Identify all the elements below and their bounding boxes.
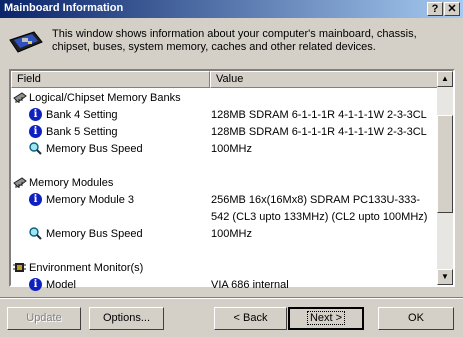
column-header-field[interactable]: Field: [11, 71, 210, 88]
update-button[interactable]: Update: [7, 307, 81, 330]
options-button[interactable]: Options...: [89, 307, 164, 330]
memory-chip-icon: [13, 176, 27, 189]
description-text: This window shows information about your…: [52, 28, 417, 53]
group-label[interactable]: Memory Modules: [29, 175, 113, 191]
next-button[interactable]: Next >: [288, 307, 364, 330]
info-icon: i: [29, 278, 42, 291]
back-button[interactable]: < Back: [214, 307, 287, 330]
help-button[interactable]: ?: [427, 2, 443, 16]
field-value: 128MB SDRAM 6-1-1-1R 4-1-1-1W 2-3-3CL: [211, 126, 427, 138]
scroll-thumb[interactable]: [437, 115, 453, 213]
window-title: Mainboard Information: [4, 2, 124, 14]
column-header-value[interactable]: Value: [210, 71, 439, 88]
ok-button[interactable]: OK: [378, 307, 454, 330]
field-label[interactable]: Bank 4 Setting: [46, 107, 118, 123]
next-button-label: Next >: [306, 311, 346, 325]
memory-chip-icon: [13, 91, 27, 104]
mainboard-icon: [9, 31, 43, 53]
close-button[interactable]: ✕: [444, 2, 460, 16]
group-label[interactable]: Logical/Chipset Memory Banks: [29, 90, 181, 106]
magnifier-icon: [29, 142, 42, 155]
chip-icon: [13, 261, 26, 274]
title-bar[interactable]: Mainboard Information ? ✕: [0, 0, 463, 18]
field-value: 256MB 16x(16Mx8) SDRAM PC133U-333-: [211, 194, 421, 206]
info-icon: i: [29, 193, 42, 206]
scroll-down-button[interactable]: ▼: [437, 269, 453, 285]
field-label[interactable]: Memory Module 3: [46, 192, 134, 208]
field-value-continued: 542 (CL3 upto 133MHz) (CL2 upto 100MHz): [211, 211, 428, 223]
separator-line: [0, 297, 463, 299]
vertical-scrollbar[interactable]: ▲ ▼: [437, 71, 453, 285]
field-label[interactable]: Bank 5 Setting: [46, 124, 118, 140]
field-value: VIA 686 internal: [211, 279, 289, 291]
field-value: 100MHz: [211, 228, 252, 240]
info-icon: i: [29, 108, 42, 121]
scroll-up-button[interactable]: ▲: [437, 71, 453, 87]
field-label[interactable]: Model: [46, 277, 76, 293]
field-value: 128MB SDRAM 6-1-1-1R 4-1-1-1W 2-3-3CL: [211, 109, 427, 121]
field-value: 100MHz: [211, 143, 252, 155]
magnifier-icon: [29, 227, 42, 240]
group-label[interactable]: Environment Monitor(s): [29, 260, 143, 276]
info-list-view[interactable]: Field Value Logical/Chipset Memory Banks…: [9, 69, 455, 291]
info-icon: i: [29, 125, 42, 138]
field-label[interactable]: Memory Bus Speed: [46, 226, 143, 242]
field-label[interactable]: Memory Bus Speed: [46, 141, 143, 157]
